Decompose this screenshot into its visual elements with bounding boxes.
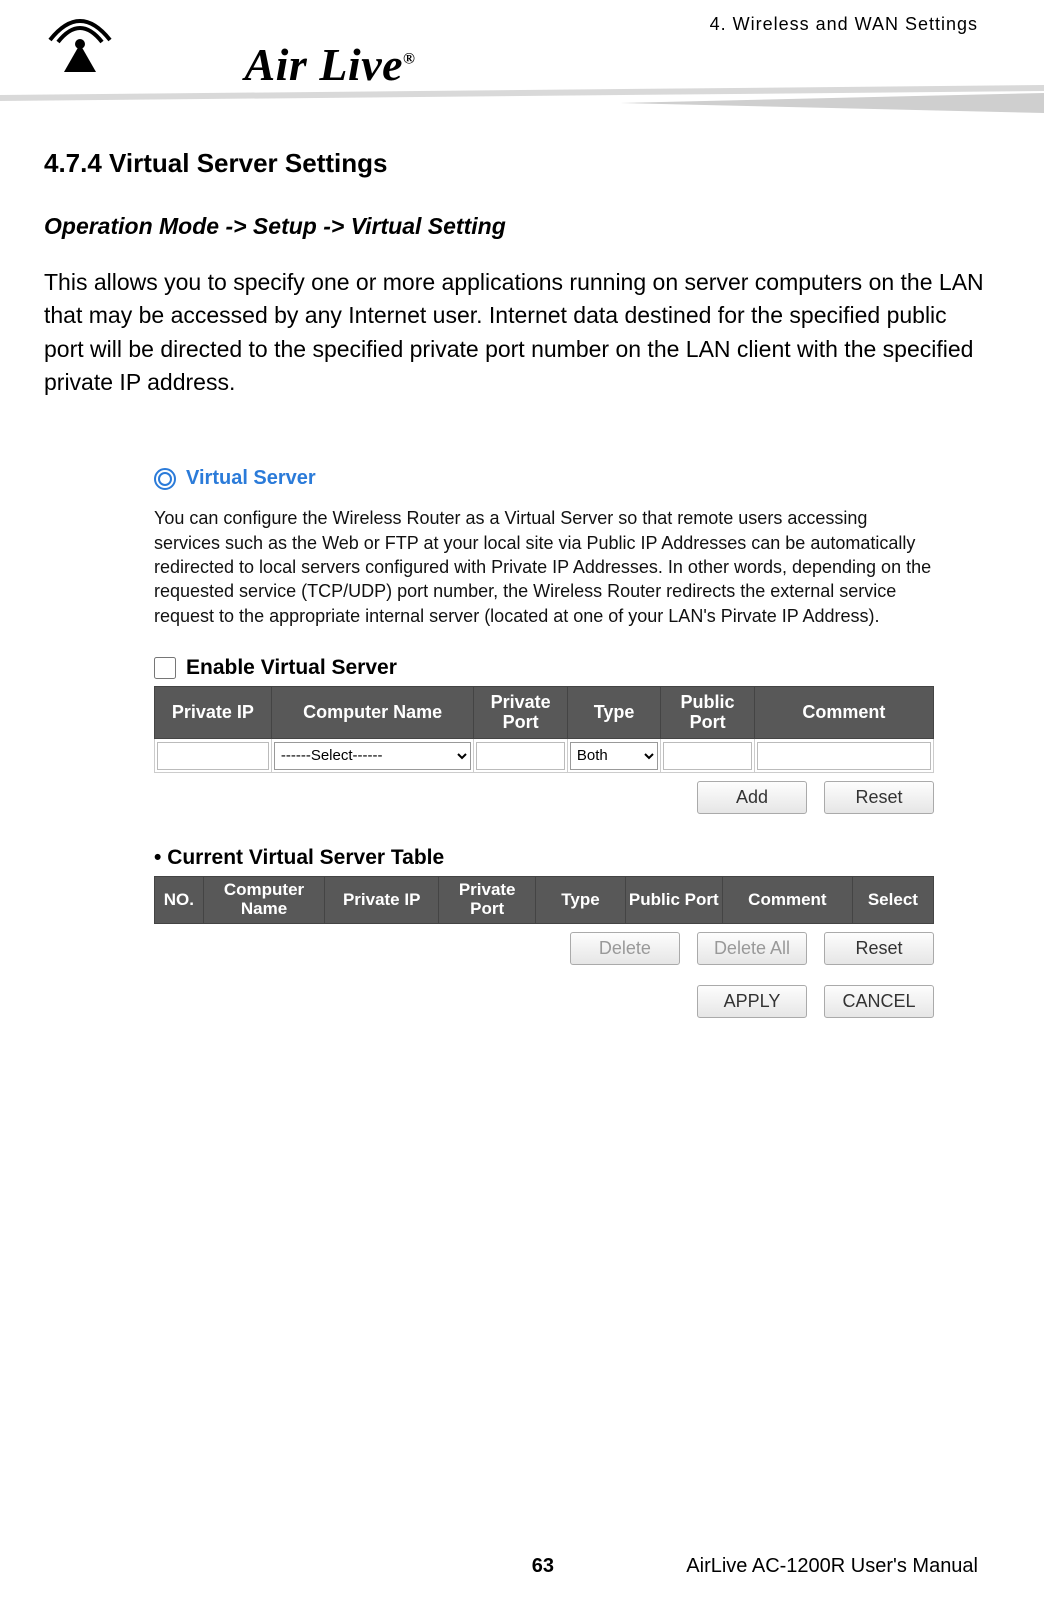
- cur-col-type: Type: [536, 877, 625, 923]
- cur-col-select: Select: [852, 877, 933, 923]
- cur-col-comment: Comment: [722, 877, 852, 923]
- type-select[interactable]: Both: [570, 742, 658, 770]
- enable-virtual-server-row[interactable]: Enable Virtual Server: [154, 656, 934, 680]
- enable-virtual-server-checkbox[interactable]: [154, 657, 176, 679]
- breadcrumb: Operation Mode -> Setup -> Virtual Setti…: [44, 213, 984, 240]
- intro-paragraph: This allows you to specify one or more a…: [44, 266, 984, 399]
- header-divider-swoosh: [0, 85, 1044, 115]
- cur-col-public-port: Public Port: [625, 877, 722, 923]
- cur-col-computer-name: Computer Name: [203, 877, 325, 923]
- col-computer-name: Computer Name: [271, 686, 474, 739]
- delete-all-button[interactable]: Delete All: [697, 932, 807, 965]
- add-button[interactable]: Add: [697, 781, 807, 814]
- col-private-port: Private Port: [474, 686, 567, 739]
- private-port-input[interactable]: [476, 742, 564, 770]
- computer-name-select[interactable]: ------Select------: [274, 742, 472, 770]
- page-number: 63: [532, 1555, 554, 1578]
- panel-title: Virtual Server: [186, 467, 316, 490]
- current-table-label: Current Virtual Server Table: [154, 846, 934, 870]
- current-table: NO. Computer Name Private IP Private Por…: [154, 876, 934, 923]
- input-row: ------Select------ Both: [155, 739, 934, 773]
- virtual-server-panel: Virtual Server You can configure the Wir…: [154, 467, 934, 1017]
- manual-title: AirLive AC-1200R User's Manual: [686, 1555, 978, 1578]
- page-body: 4.7.4 Virtual Server Settings Operation …: [0, 120, 1044, 1018]
- col-comment: Comment: [754, 686, 933, 739]
- cancel-button[interactable]: CANCEL: [824, 985, 934, 1018]
- brand-logo: Air Live®: [30, 10, 415, 91]
- brand-text: Air Live®: [244, 39, 415, 90]
- public-port-input[interactable]: [663, 742, 751, 770]
- registered-mark: ®: [403, 51, 415, 68]
- target-icon: [154, 468, 176, 490]
- current-header-row: NO. Computer Name Private IP Private Por…: [155, 877, 934, 923]
- section-title: 4.7.4 Virtual Server Settings: [44, 148, 984, 179]
- col-public-port: Public Port: [661, 686, 754, 739]
- reset-input-button[interactable]: Reset: [824, 781, 934, 814]
- col-private-ip: Private IP: [155, 686, 272, 739]
- delete-button[interactable]: Delete: [570, 932, 680, 965]
- input-header-row: Private IP Computer Name Private Port Ty…: [155, 686, 934, 739]
- enable-virtual-server-label: Enable Virtual Server: [186, 656, 397, 680]
- input-table: Private IP Computer Name Private Port Ty…: [154, 686, 934, 774]
- final-button-row: APPLY CANCEL: [154, 985, 934, 1018]
- reset-current-button[interactable]: Reset: [824, 932, 934, 965]
- cur-col-no: NO.: [155, 877, 204, 923]
- comment-input[interactable]: [757, 742, 931, 770]
- cur-col-private-ip: Private IP: [325, 877, 439, 923]
- current-button-row: Delete Delete All Reset: [154, 932, 934, 965]
- page-header: 4. Wireless and WAN Settings Air Live®: [0, 0, 1044, 120]
- col-type: Type: [567, 686, 660, 739]
- input-button-row: Add Reset: [154, 781, 934, 814]
- panel-header: Virtual Server: [154, 467, 934, 490]
- panel-description: You can configure the Wireless Router as…: [154, 506, 934, 627]
- cur-col-private-port: Private Port: [438, 877, 535, 923]
- antenna-icon: [30, 10, 240, 80]
- private-ip-input[interactable]: [157, 742, 269, 770]
- apply-button[interactable]: APPLY: [697, 985, 807, 1018]
- chapter-label: 4. Wireless and WAN Settings: [710, 14, 978, 35]
- page-footer: 63 AirLive AC-1200R User's Manual: [0, 1555, 1044, 1578]
